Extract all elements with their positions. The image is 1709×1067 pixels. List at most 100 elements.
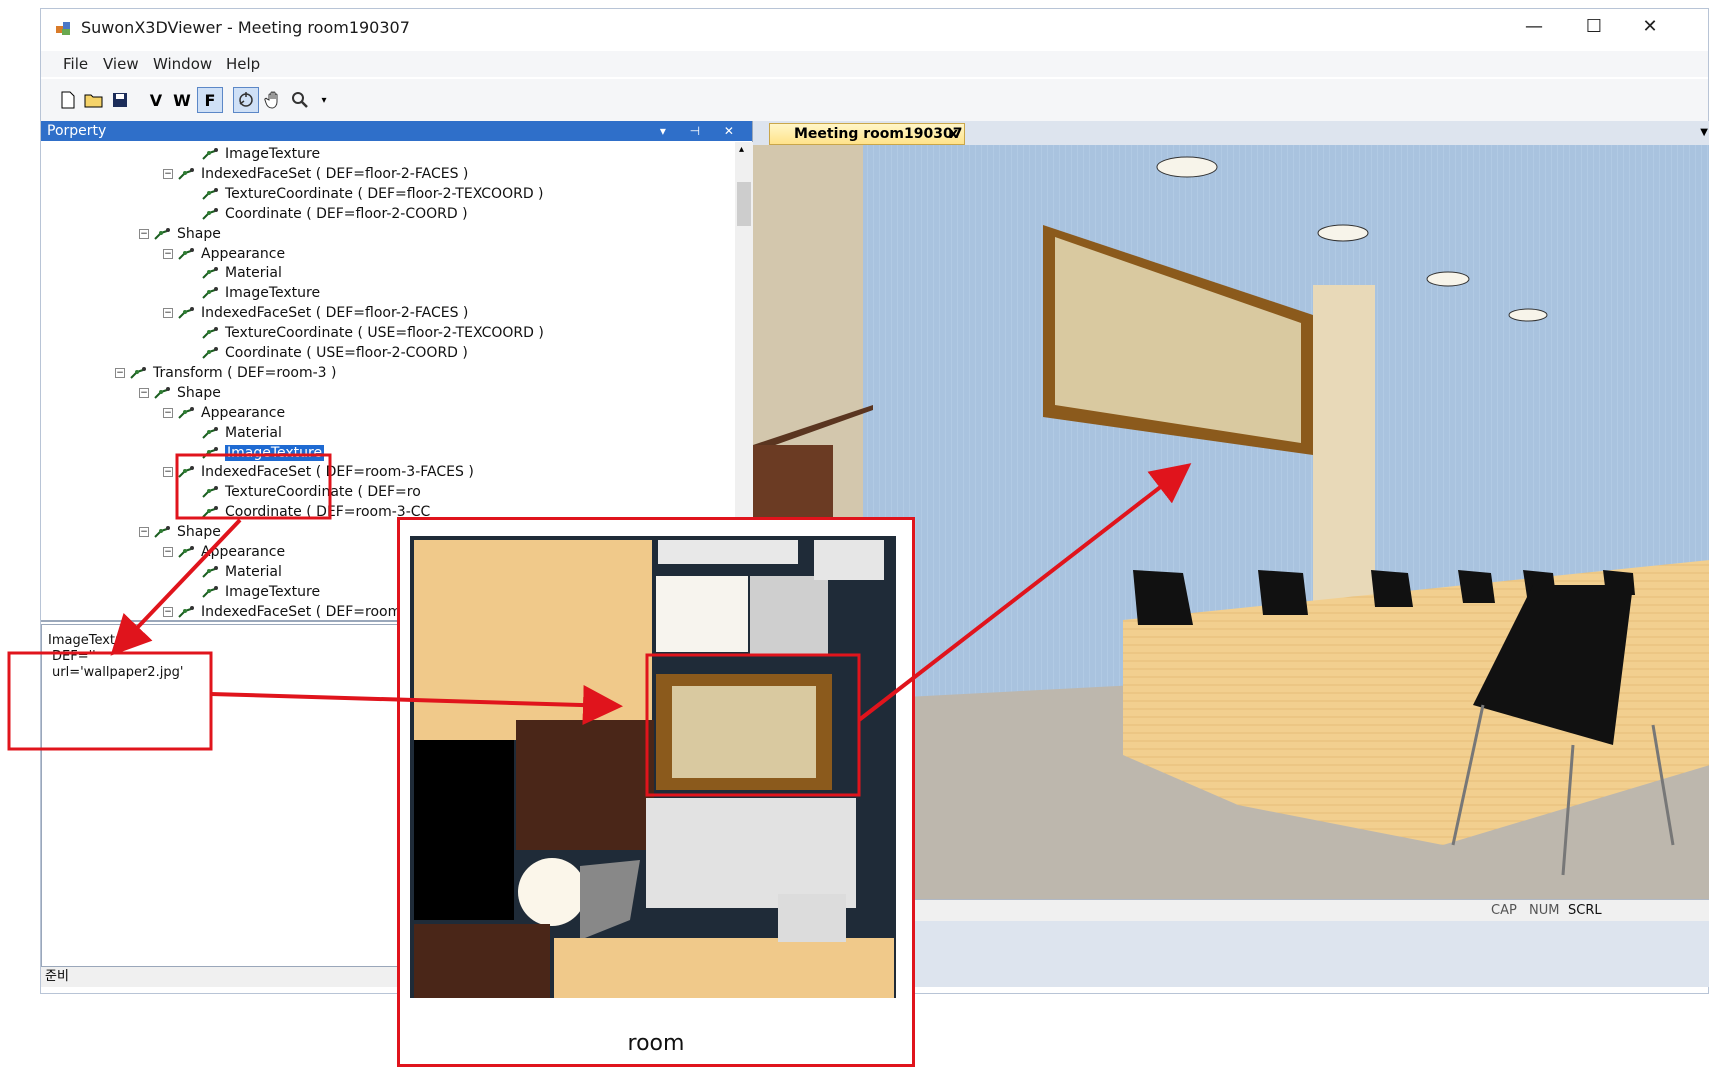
- tree-node-label: ImageTexture: [225, 583, 321, 600]
- texture-atlas-image: [410, 536, 896, 998]
- atlas-ceiling-tile: [750, 576, 828, 656]
- tree-node-label: ImageTexture: [225, 146, 321, 162]
- tree-node[interactable]: − Appearance: [163, 542, 285, 562]
- ceiling-light: [1317, 224, 1369, 242]
- node-icon: [178, 167, 194, 180]
- tree-node-label: TextureCoordinate ( USE=floor-2-TEXCOORD…: [225, 325, 544, 342]
- tree-node[interactable]: − Shape: [139, 522, 221, 542]
- node-icon: [130, 366, 146, 379]
- atlas-grey-tile: [814, 540, 884, 580]
- menu-window[interactable]: Window: [153, 55, 212, 73]
- collapse-icon[interactable]: −: [115, 367, 125, 378]
- tree-node-label: IndexedFaceSet ( DEF=floor-2-FACES ): [201, 305, 469, 322]
- view-v-button[interactable]: V: [143, 87, 169, 113]
- maximize-button[interactable]: ☐: [1571, 13, 1617, 41]
- atlas-black-tile: [414, 740, 514, 920]
- texture-atlas-popup: room: [397, 517, 915, 1067]
- save-icon[interactable]: [107, 87, 133, 113]
- collapse-icon[interactable]: −: [163, 248, 173, 259]
- toolbar-overflow-icon[interactable]: ▾: [311, 87, 337, 113]
- atlas-wood-strip: [554, 938, 894, 998]
- rotate-tool-icon[interactable]: [233, 87, 259, 113]
- detail-node-type: ImageTexture: [48, 633, 137, 648]
- node-icon: [154, 386, 170, 399]
- atlas-light-tile: [658, 540, 798, 564]
- tree-node[interactable]: − Shape: [139, 224, 221, 244]
- menu-view[interactable]: View: [103, 55, 139, 73]
- tree-node-label: Shape: [177, 524, 221, 541]
- tree-node-label: ImageTexture: [225, 444, 325, 461]
- node-icon: [202, 187, 218, 200]
- minimize-button[interactable]: —: [1511, 13, 1557, 41]
- tab-label: Meeting room190307: [794, 126, 963, 142]
- atlas-small-tile: [778, 894, 846, 942]
- tree-node[interactable]: − IndexedFaceSet ( DEF=room-3-FACES ): [163, 462, 474, 482]
- tree-node[interactable]: Material: [187, 263, 282, 283]
- scroll-thumb[interactable]: [737, 182, 751, 226]
- tree-node[interactable]: TextureCoordinate ( USE=floor-2-TEXCOORD…: [187, 323, 544, 343]
- node-icon: [178, 307, 194, 319]
- node-icon: [178, 406, 194, 419]
- collapse-icon[interactable]: −: [163, 168, 173, 179]
- title-bar[interactable]: SuwonX3DViewer - Meeting room190307 — ☐ …: [41, 9, 1708, 47]
- collapse-icon[interactable]: −: [163, 606, 173, 617]
- collapse-icon[interactable]: −: [139, 527, 149, 538]
- tree-node-label: Material: [225, 265, 282, 282]
- menu-help[interactable]: Help: [226, 55, 260, 73]
- tree-node[interactable]: TextureCoordinate ( DEF=ro: [187, 482, 421, 502]
- tree-node[interactable]: Coordinate ( USE=floor-2-COORD ): [187, 343, 468, 363]
- collapse-icon[interactable]: −: [163, 467, 173, 478]
- node-icon: [178, 605, 194, 618]
- tree-node[interactable]: Material: [187, 423, 282, 443]
- tree-node[interactable]: − Appearance: [163, 244, 285, 264]
- tree-node-label: IndexedFaceSet ( DEF=floor-2-FACES ): [201, 165, 469, 182]
- menu-file[interactable]: File: [63, 55, 88, 73]
- property-panel-title: Porperty: [47, 123, 107, 139]
- node-icon: [202, 148, 218, 160]
- new-file-icon[interactable]: [55, 87, 81, 113]
- collapse-icon[interactable]: −: [163, 547, 173, 557]
- node-icon: [202, 207, 218, 220]
- tree-node[interactable]: − Appearance: [163, 403, 285, 423]
- collapse-icon[interactable]: −: [139, 228, 149, 239]
- tab-list-dropdown-icon[interactable]: ▼: [1700, 127, 1708, 138]
- node-icon: [202, 506, 218, 518]
- tab-close-icon[interactable]: x: [949, 124, 958, 144]
- tree-node[interactable]: Coordinate ( DEF=floor-2-COORD ): [187, 204, 468, 224]
- tree-node-label: Shape: [177, 225, 221, 242]
- tree-node[interactable]: Coordinate ( DEF=room-3-CC: [187, 502, 430, 522]
- collapse-icon[interactable]: −: [139, 387, 149, 398]
- tree-node[interactable]: ImageTexture: [187, 283, 320, 303]
- tab-meeting-room[interactable]: Meeting room190307 x: [769, 123, 965, 145]
- pan-hand-icon[interactable]: [261, 87, 287, 113]
- zoom-magnifier-icon[interactable]: [287, 87, 313, 113]
- atlas-painting: [672, 686, 816, 778]
- view-f-button[interactable]: F: [197, 87, 223, 113]
- tree-node[interactable]: Material: [187, 562, 282, 582]
- tree-node[interactable]: ImageTexture: [187, 443, 325, 463]
- tree-node[interactable]: TextureCoordinate ( DEF=floor-2-TEXCOORD…: [187, 184, 544, 204]
- node-icon: [202, 585, 218, 598]
- panel-header-buttons[interactable]: ▾ ⊣ ✕: [660, 121, 744, 141]
- ceiling-light: [1426, 271, 1470, 287]
- close-button[interactable]: ✕: [1627, 13, 1673, 41]
- detail-url: url='wallpaper2.jpg': [52, 665, 184, 680]
- tree-node[interactable]: − IndexedFaceSet ( DEF=floor-2-FACES ): [163, 303, 468, 323]
- tree-node[interactable]: ImageTexture: [187, 582, 320, 602]
- tree-node[interactable]: − Transform ( DEF=room-3 ): [115, 363, 337, 383]
- atlas-wood-tile: [414, 540, 652, 740]
- node-icon: [154, 526, 170, 538]
- view-w-button[interactable]: W: [169, 87, 195, 113]
- tree-node[interactable]: ImageTexture: [187, 144, 320, 164]
- collapse-icon[interactable]: −: [163, 308, 173, 319]
- texture-caption: room: [627, 1031, 685, 1056]
- tree-node[interactable]: − Shape: [139, 383, 221, 403]
- tree-node[interactable]: − IndexedFaceSet ( DEF=floor-2-FACES ): [163, 164, 468, 184]
- node-icon: [178, 247, 194, 260]
- node-icon: [202, 426, 218, 439]
- open-folder-icon[interactable]: [81, 87, 107, 113]
- tree-node[interactable]: − IndexedFaceSet ( DEF=room-3-F: [163, 602, 428, 620]
- scroll-up-icon[interactable]: ▴: [739, 144, 744, 155]
- collapse-icon[interactable]: −: [163, 407, 173, 418]
- toolbar: V W F ▾: [41, 79, 1708, 121]
